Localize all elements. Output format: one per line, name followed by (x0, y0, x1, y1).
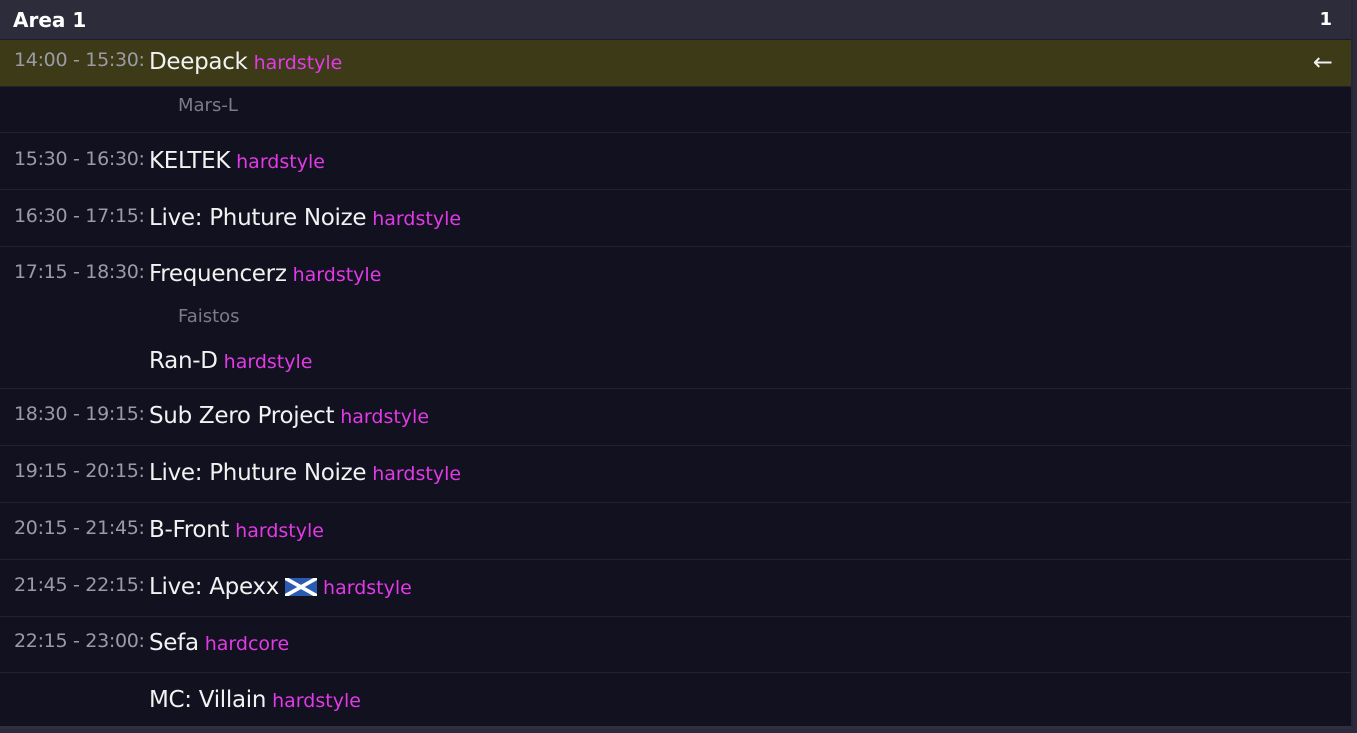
schedule-panel: Area 1 1 14:00 - 15:30: Deepack hardstyl… (0, 0, 1353, 729)
act-sub: Mars-L (178, 95, 238, 116)
act-genre: hardstyle (372, 208, 462, 230)
act: Sefa hardcore (149, 630, 289, 656)
act-genre: hardstyle (236, 151, 325, 173)
divider (0, 672, 1351, 673)
act-name[interactable]: Sefa (149, 630, 199, 656)
slot-time: 14:00 - 15:30: (14, 49, 145, 71)
act-name[interactable]: MC: Villain (149, 687, 266, 713)
area-count: 1 (1319, 9, 1332, 30)
slot-row[interactable]: 21:45 - 22:15: Live: Apexx hardstyle (0, 560, 1351, 617)
slot-time: 18:30 - 19:15: (14, 403, 145, 425)
act: Live: Apexx hardstyle (149, 574, 412, 600)
slot-row[interactable]: 22:15 - 23:00: Sefa hardcore MC: Villain… (0, 617, 1351, 729)
slot-row[interactable]: 14:00 - 15:30: Deepack hardstyle ← (0, 40, 1351, 87)
slot-time: 21:45 - 22:15: (14, 574, 145, 596)
act: KELTEK hardstyle (149, 148, 325, 174)
act-name[interactable]: Live: Apexx (149, 574, 279, 600)
slot-sub-row: Mars-L (0, 87, 1351, 133)
act-genre: hardstyle (272, 690, 361, 712)
slot-time: 17:15 - 18:30: (14, 261, 145, 283)
act: Sub Zero Project hardstyle (149, 403, 429, 429)
act-genre: hardstyle (323, 577, 412, 599)
act-genre: hardstyle (223, 351, 313, 373)
slot-time: 22:15 - 23:00: (14, 630, 145, 652)
act-genre: hardstyle (235, 520, 324, 542)
act-name[interactable]: Live: Phuture Noize (149, 460, 367, 486)
slot-row[interactable]: 15:30 - 16:30: KELTEK hardstyle (0, 133, 1351, 190)
act: Live: Phuture Noize hardstyle (149, 460, 461, 486)
slot-time: 20:15 - 21:45: (14, 517, 145, 539)
slot-time: 19:15 - 20:15: (14, 460, 145, 482)
act-name[interactable]: B-Front (149, 517, 229, 543)
area-header[interactable]: Area 1 1 (0, 0, 1351, 40)
scotland-flag-icon (284, 576, 318, 598)
slot-row[interactable]: 18:30 - 19:15: Sub Zero Project hardstyl… (0, 389, 1351, 446)
act-name[interactable]: Ran-D (149, 348, 218, 374)
slot-row[interactable]: 16:30 - 17:15: Live: Phuture Noize hards… (0, 190, 1351, 247)
act-genre: hardstyle (253, 52, 343, 74)
act-genre: hardstyle (292, 264, 382, 286)
slot-time: 15:30 - 16:30: (14, 148, 145, 170)
current-arrow-icon: ← (1312, 48, 1333, 76)
slot-row[interactable]: 17:15 - 18:30: Frequencerz hardstyle Fai… (0, 247, 1351, 389)
act-genre: hardcore (204, 633, 290, 655)
act: Frequencerz hardstyle (149, 261, 381, 287)
act: Ran-D hardstyle (149, 348, 312, 374)
act: Live: Phuture Noize hardstyle (149, 205, 461, 231)
slot-row[interactable]: 20:15 - 21:45: B-Front hardstyle (0, 503, 1351, 560)
act-name[interactable]: KELTEK (149, 148, 230, 174)
act-name[interactable]: Frequencerz (149, 261, 287, 287)
act: Deepack hardstyle (149, 49, 342, 75)
act-genre: hardstyle (340, 406, 430, 428)
act: B-Front hardstyle (149, 517, 324, 543)
slot-row[interactable]: 19:15 - 20:15: Live: Phuture Noize hards… (0, 446, 1351, 503)
act-genre: hardstyle (372, 463, 462, 485)
area-title: Area 1 (13, 7, 87, 32)
act-name[interactable]: Deepack (149, 49, 248, 75)
act-name[interactable]: Sub Zero Project (149, 403, 335, 429)
act-sub: Faistos (178, 306, 240, 327)
act-name[interactable]: Live: Phuture Noize (149, 205, 367, 231)
slot-time: 16:30 - 17:15: (14, 205, 145, 227)
act: MC: Villain hardstyle (149, 687, 361, 713)
